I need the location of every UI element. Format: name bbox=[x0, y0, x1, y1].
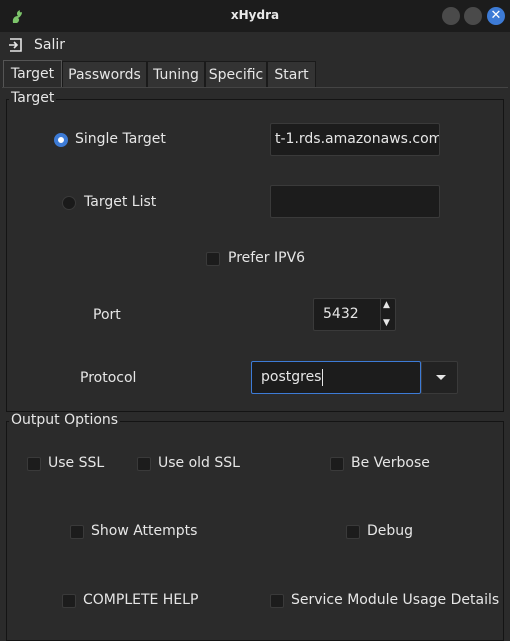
single-target-input[interactable]: t-1.rds.amazonaws.com bbox=[270, 123, 440, 156]
complete-help-label: COMPLETE HELP bbox=[83, 592, 199, 608]
text-cursor bbox=[322, 368, 324, 386]
service-module-usage-label: Service Module Usage Details bbox=[291, 592, 500, 608]
use-ssl-label: Use SSL bbox=[48, 455, 105, 471]
single-target-label: Single Target bbox=[75, 131, 166, 147]
tab-passwords[interactable]: Passwords bbox=[62, 61, 147, 87]
service-module-usage-checkbox[interactable] bbox=[270, 594, 284, 608]
target-group-title: Target bbox=[9, 90, 57, 106]
minimize-button[interactable] bbox=[442, 7, 460, 25]
tab-specific[interactable]: Specific bbox=[205, 61, 267, 87]
port-label: Port bbox=[93, 307, 121, 323]
use-old-ssl-label: Use old SSL bbox=[158, 455, 240, 471]
prefer-ipv6-checkbox[interactable] bbox=[206, 252, 220, 266]
be-verbose-label: Be Verbose bbox=[351, 455, 430, 471]
protocol-combobox-input[interactable]: postgres bbox=[251, 361, 421, 394]
window-title: xHydra bbox=[230, 8, 280, 22]
close-button[interactable]: ✕ bbox=[487, 7, 505, 25]
chevron-up-icon[interactable]: ▲ bbox=[383, 300, 390, 310]
use-old-ssl-checkbox[interactable] bbox=[137, 457, 151, 471]
target-list-radio[interactable] bbox=[62, 196, 76, 210]
protocol-label: Protocol bbox=[80, 370, 137, 386]
tab-bar: Target Passwords Tuning Specific Start bbox=[0, 60, 510, 88]
use-ssl-checkbox[interactable] bbox=[27, 457, 41, 471]
target-list-label: Target List bbox=[84, 194, 157, 210]
tab-start[interactable]: Start bbox=[267, 61, 316, 87]
output-options-title: Output Options bbox=[9, 412, 121, 428]
prefer-ipv6-label: Prefer IPV6 bbox=[228, 250, 306, 266]
show-attempts-label: Show Attempts bbox=[91, 523, 198, 539]
debug-label: Debug bbox=[367, 523, 414, 539]
chevron-down-icon bbox=[436, 375, 446, 380]
exit-label: Salir bbox=[34, 37, 66, 53]
port-spinbox[interactable]: 5432 ▲ ▼ bbox=[313, 298, 396, 331]
complete-help-checkbox[interactable] bbox=[62, 594, 76, 608]
port-stepper[interactable]: ▲ ▼ bbox=[380, 299, 395, 330]
protocol-value: postgres bbox=[261, 369, 322, 385]
be-verbose-checkbox[interactable] bbox=[330, 457, 344, 471]
single-target-radio[interactable] bbox=[54, 133, 68, 147]
close-icon: ✕ bbox=[490, 8, 502, 23]
maximize-button[interactable] bbox=[464, 7, 482, 25]
show-attempts-checkbox[interactable] bbox=[70, 525, 84, 539]
chevron-down-icon[interactable]: ▼ bbox=[383, 318, 390, 328]
tab-tuning[interactable]: Tuning bbox=[147, 61, 205, 87]
title-bar: xHydra ✕ bbox=[0, 0, 510, 32]
target-list-input[interactable] bbox=[270, 185, 440, 218]
menu-bar: Salir bbox=[0, 32, 510, 58]
exit-icon bbox=[9, 38, 22, 52]
exit-menu-item[interactable]: Salir bbox=[8, 35, 65, 55]
tab-target[interactable]: Target bbox=[3, 60, 62, 88]
port-value: 5432 bbox=[323, 306, 359, 322]
protocol-dropdown-button[interactable] bbox=[421, 361, 458, 394]
debug-checkbox[interactable] bbox=[346, 525, 360, 539]
